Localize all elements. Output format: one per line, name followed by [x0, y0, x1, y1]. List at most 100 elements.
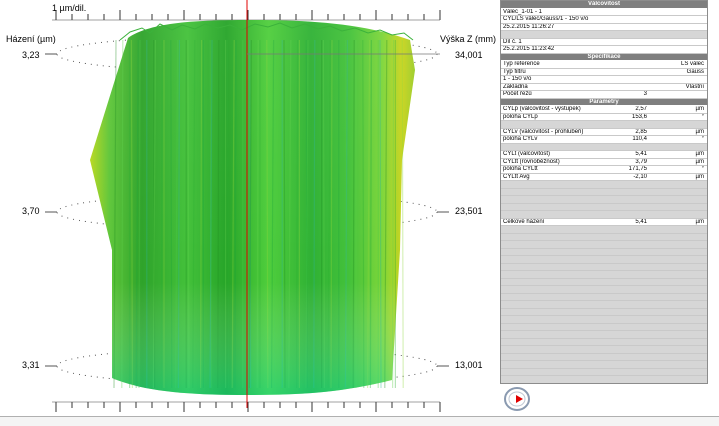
cylinder-plot [45, 0, 449, 412]
section-header: Válcovitost [501, 1, 707, 9]
empty-row [501, 361, 707, 369]
row-value: 5,41 [635, 151, 647, 157]
left-value-bottom: 3,31 [22, 360, 40, 370]
empty-row [501, 353, 707, 361]
scale-label: 1 µm/dil. [52, 3, 87, 13]
empty-row [501, 233, 707, 241]
top-ruler [52, 10, 441, 21]
row-label: CYLp (válcovitost - výstupek) [503, 106, 581, 112]
empty-row [501, 346, 707, 354]
empty-row [501, 226, 707, 234]
panel-row: CYL/LS válec/Gauss/1 - 150 v/o [501, 16, 707, 24]
empty-row [501, 384, 707, 385]
right-value-top: 34,001 [455, 50, 483, 60]
empty-row [501, 211, 707, 219]
panel-row: poloha CYLtt 171,75 ° [501, 166, 707, 174]
panel-row: CYLt (válcovitost) 5,41 µm [501, 151, 707, 159]
row-unit: Vlastní [685, 83, 704, 90]
panel-row: CYLp (válcovitost - výstupek) 2,57 µm [501, 106, 707, 114]
empty-row [501, 31, 707, 39]
empty-row [501, 263, 707, 271]
panel-row: poloha CYLp 153,6 ° [501, 113, 707, 121]
row-label: poloha CYLp [503, 113, 538, 120]
left-axis-title: Házení (µm) [6, 34, 56, 44]
section-header: Parametry [501, 98, 707, 106]
bottom-ruler [52, 401, 441, 412]
empty-row [501, 338, 707, 346]
panel-row: Válec_1-01 - 1 [501, 8, 707, 16]
panel-row: Typ reference LS válec [501, 61, 707, 69]
row-label: CYL/LS válec/Gauss/1 - 150 v/o [503, 16, 589, 22]
row-value: 110,4 [632, 136, 647, 142]
empty-row [501, 256, 707, 264]
panel-row: poloha CYLv 110,4 ° [501, 136, 707, 144]
panel-row: CYLtt (rovnoběžnost) 3,79 µm [501, 158, 707, 166]
empty-row [501, 376, 707, 383]
empty-row [501, 286, 707, 294]
row-unit: ° [701, 136, 704, 142]
panel-row: Základna Vlastní [501, 83, 707, 91]
row-value: 171,75 [628, 166, 647, 172]
empty-row [501, 196, 707, 204]
panel-row: CYLv (válcovitost - prohlubeň) 2,85 µm [501, 128, 707, 136]
empty-row [501, 301, 707, 309]
row-value: 2,57 [635, 106, 647, 112]
rotation-dial-icon[interactable] [503, 386, 531, 412]
empty-row [501, 143, 707, 151]
empty-row [501, 121, 707, 129]
empty-row [501, 278, 707, 286]
panel-row: Celkové házení 5,41 µm [501, 218, 707, 226]
empty-row [501, 203, 707, 211]
panel-row: 1 - 150 v/o [501, 76, 707, 84]
row-label: poloha CYLtt [503, 166, 538, 172]
row-label: Základna [503, 83, 528, 90]
empty-row [501, 241, 707, 249]
empty-row [501, 323, 707, 331]
section-header: Specifikace [501, 53, 707, 61]
row-label: poloha CYLv [503, 136, 538, 142]
row-unit: µm [695, 158, 704, 165]
panel-row: Díl č. 1 [501, 38, 707, 46]
results-panel: Válcovitost Válec_1-01 - 1 CYL/LS válec/Ga… [500, 0, 708, 384]
row-label: Typ reference [503, 61, 540, 67]
row-value: 3 [643, 91, 647, 97]
empty-row [501, 316, 707, 324]
row-label: Válec_1-01 - 1 [503, 8, 543, 15]
panel-row: 25.2.2015 11:23:42 [501, 46, 707, 54]
row-unit: ° [701, 113, 704, 120]
empty-row [501, 368, 707, 376]
row-value: 3,79 [635, 158, 647, 165]
row-unit: ° [701, 166, 704, 172]
row-label: 1 - 150 v/o [503, 76, 532, 82]
panel-row: Počet řezů 3 [501, 91, 707, 99]
panel-row: Typ filtru Gauss [501, 68, 707, 76]
right-axis-title: Výška Z (mm) [440, 34, 496, 44]
row-unit: µm [695, 173, 704, 180]
row-label: 25.2.2015 11:23:42 [503, 46, 555, 52]
row-unit: LS válec [680, 61, 704, 67]
row-unit: µm [695, 151, 704, 157]
left-value-top: 3,23 [22, 50, 40, 60]
row-label: Celkové házení [503, 218, 545, 225]
row-label: CYLv (válcovitost - prohlubeň) [503, 128, 584, 135]
row-label: CYLt (válcovitost) [503, 151, 551, 157]
right-value-mid: 23,501 [455, 206, 483, 216]
row-label: CYLtt Avg [503, 173, 530, 180]
empty-row [501, 271, 707, 279]
empty-row [501, 248, 707, 256]
empty-row [501, 181, 707, 189]
row-label: Díl č. 1 [503, 38, 522, 45]
row-unit: µm [695, 218, 704, 225]
row-unit: µm [695, 128, 704, 135]
empty-row [501, 188, 707, 196]
row-value: -2,10 [633, 173, 647, 180]
empty-row [501, 293, 707, 301]
row-value: 2,85 [635, 128, 647, 135]
panel-row: 25.2.2015 11:26:27 [501, 24, 707, 31]
panel-row: CYLtt Avg -2,10 µm [501, 173, 707, 181]
row-value: 5,41 [635, 218, 647, 225]
empty-row [501, 331, 707, 339]
row-unit: Gauss [686, 68, 704, 75]
row-label: Typ filtru [503, 68, 526, 75]
left-value-mid: 3,70 [22, 206, 40, 216]
